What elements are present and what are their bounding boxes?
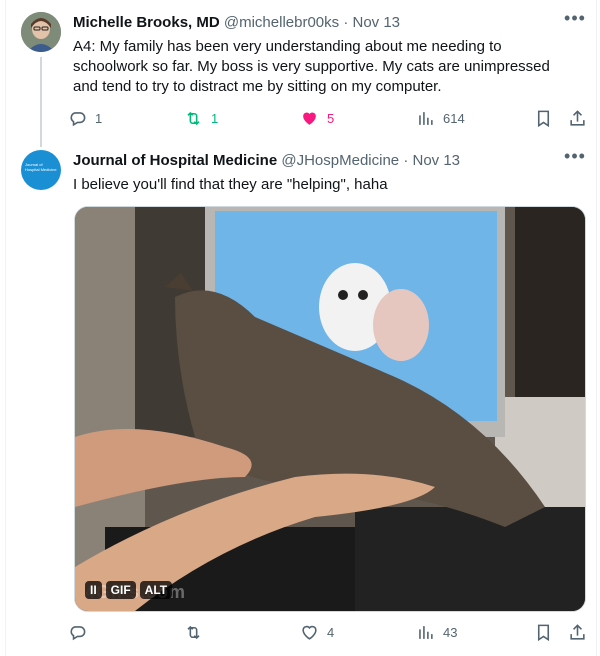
views-button[interactable]: 614	[416, 106, 465, 130]
media-badges: II GIF ALT	[85, 581, 173, 599]
action-bar: 1 1 5 614	[68, 106, 593, 130]
reply-icon	[70, 625, 86, 640]
reply-button[interactable]: 1	[68, 106, 102, 130]
author-name[interactable]: Journal of Hospital Medicine	[73, 152, 277, 169]
reply-button[interactable]	[68, 620, 95, 644]
tweet-date[interactable]: Nov 13	[413, 152, 461, 169]
views-count: 614	[443, 110, 465, 126]
tweet-header: Journal of Hospital Medicine @JHospMedic…	[73, 152, 460, 169]
timeline: Michelle Brooks, MD @michellebr00ks · No…	[5, 0, 597, 656]
separator: ·	[343, 14, 349, 31]
views-icon	[419, 625, 433, 639]
tweet-date[interactable]: Nov 13	[353, 14, 401, 31]
tweet-header: Michelle Brooks, MD @michellebr00ks · No…	[73, 14, 400, 31]
avatar[interactable]	[21, 12, 61, 52]
retweet-button[interactable]	[184, 620, 211, 644]
like-count: 4	[327, 624, 335, 640]
more-icon[interactable]: •••	[564, 147, 586, 166]
tweet-michelle-brooks[interactable]: Michelle Brooks, MD @michellebr00ks · No…	[6, 0, 596, 147]
tweet-text: I believe you'll find that they are "hel…	[73, 176, 388, 193]
reply-count: 1	[95, 110, 103, 126]
separator: ·	[403, 152, 409, 169]
cat-gif-image	[75, 207, 585, 611]
share-button[interactable]	[568, 620, 587, 644]
bookmark-icon	[537, 110, 550, 127]
retweet-icon	[187, 625, 200, 639]
bookmark-button[interactable]	[534, 620, 553, 644]
gif-media[interactable]: 4GIFs.com II GIF ALT	[74, 206, 586, 612]
avatar-logo-text: Journal of Hospital Medicine	[25, 162, 57, 172]
retweet-count: 1	[211, 110, 219, 126]
bookmark-button[interactable]	[534, 106, 553, 130]
share-button[interactable]	[568, 106, 587, 130]
pause-button[interactable]: II	[85, 581, 102, 599]
like-count: 5	[327, 110, 335, 126]
action-bar: 4 43	[68, 620, 593, 644]
author-handle[interactable]: @michellebr00ks	[224, 14, 339, 31]
author-handle[interactable]: @JHospMedicine	[281, 152, 399, 169]
tweet-text: A4: My family has been very understandin…	[73, 38, 550, 95]
more-icon[interactable]: •••	[564, 9, 586, 28]
reply-icon	[70, 111, 86, 126]
author-name[interactable]: Michelle Brooks, MD	[73, 14, 220, 31]
alt-badge[interactable]: ALT	[139, 581, 173, 599]
thread-connector	[40, 57, 42, 147]
views-button[interactable]: 43	[416, 620, 457, 644]
gif-badge: GIF	[105, 581, 136, 599]
like-button[interactable]: 5	[300, 106, 334, 130]
retweet-icon	[187, 111, 200, 125]
like-button[interactable]: 4	[300, 620, 334, 644]
like-icon	[303, 112, 316, 125]
share-icon	[570, 109, 585, 126]
like-icon	[302, 625, 317, 640]
views-count: 43	[443, 624, 458, 640]
avatar[interactable]: Journal of Hospital Medicine	[21, 150, 61, 190]
retweet-button[interactable]: 1	[184, 106, 218, 130]
bookmark-icon	[537, 624, 550, 641]
tweet-journal-hospital-medicine[interactable]: Journal of Hospital Medicine Journal of …	[6, 138, 596, 656]
views-icon	[419, 111, 433, 125]
share-icon	[570, 623, 585, 640]
